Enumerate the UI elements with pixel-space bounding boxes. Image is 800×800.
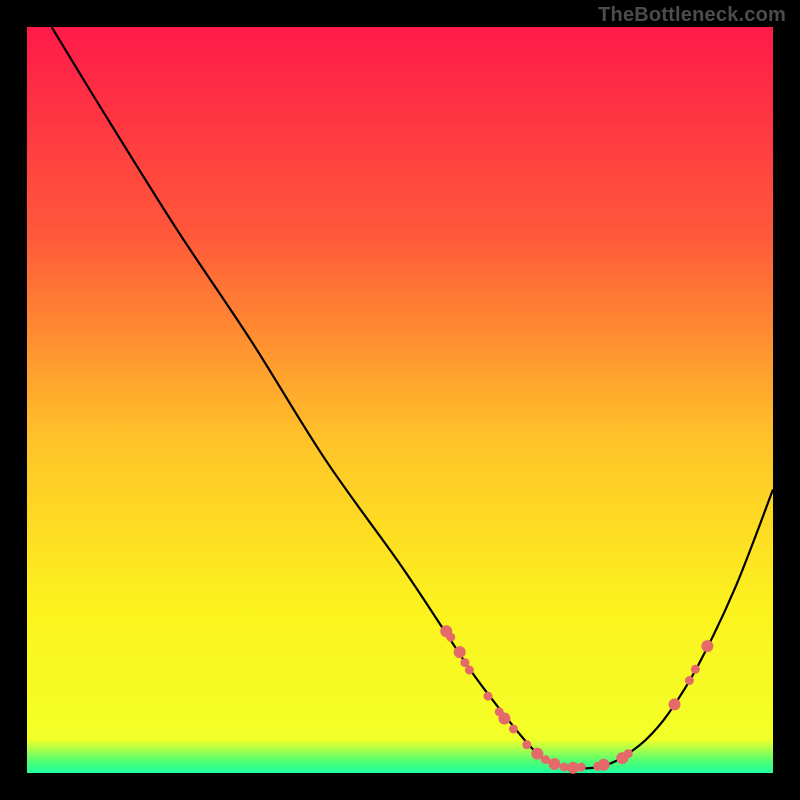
curve-marker bbox=[624, 749, 633, 758]
curve-marker bbox=[498, 713, 510, 725]
curve-marker bbox=[701, 640, 713, 652]
curve-marker bbox=[691, 665, 700, 674]
curve-marker bbox=[669, 698, 681, 710]
bottleneck-chart bbox=[0, 0, 800, 800]
curve-marker bbox=[460, 658, 469, 667]
watermark-label: TheBottleneck.com bbox=[598, 4, 786, 27]
curve-marker bbox=[509, 724, 518, 733]
curve-marker bbox=[685, 676, 694, 685]
curve-marker bbox=[465, 666, 474, 675]
curve-marker bbox=[484, 692, 493, 701]
curve-marker bbox=[577, 763, 586, 772]
curve-marker bbox=[446, 633, 455, 642]
curve-marker bbox=[598, 759, 610, 771]
curve-marker bbox=[522, 740, 531, 749]
plot-background bbox=[27, 27, 773, 773]
chart-frame: TheBottleneck.com bbox=[0, 0, 800, 800]
curve-marker bbox=[548, 758, 560, 770]
curve-marker bbox=[454, 646, 466, 658]
